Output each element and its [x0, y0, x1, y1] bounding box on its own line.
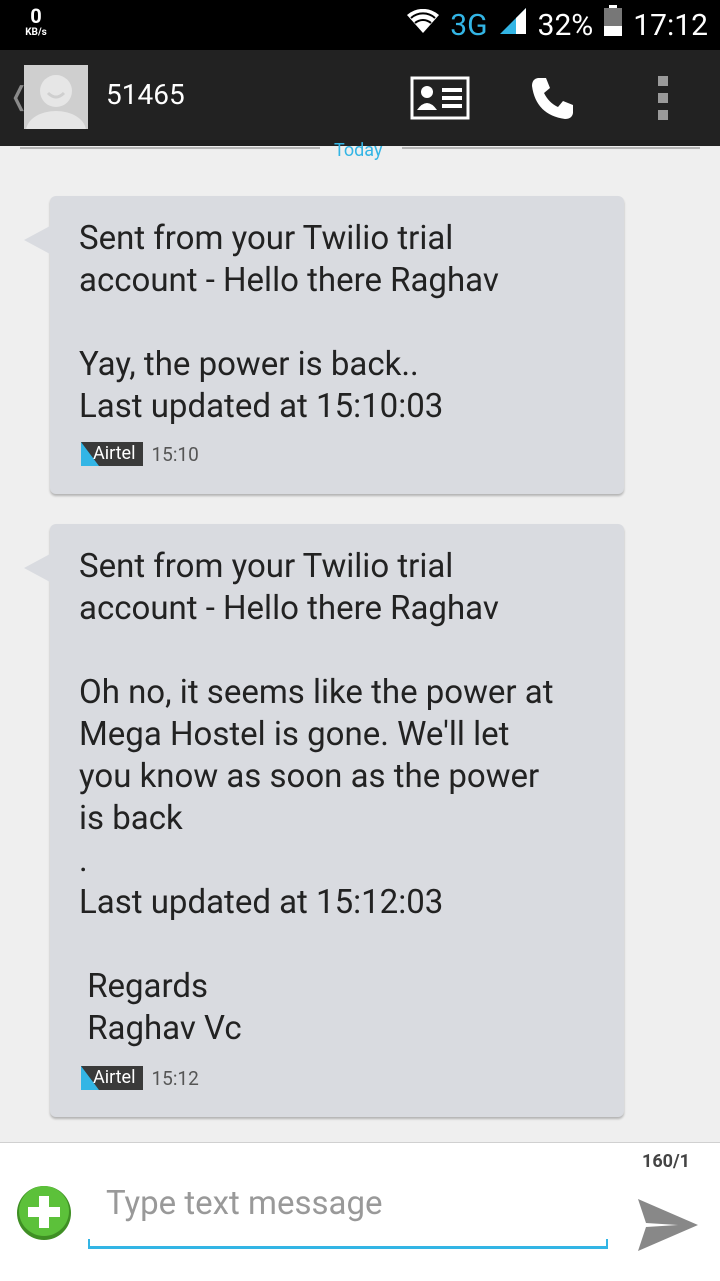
- message-input[interactable]: [88, 1173, 610, 1233]
- carrier-label: Airtel: [93, 1067, 136, 1088]
- carrier-label: Airtel: [93, 443, 136, 464]
- bubble-tail: [24, 226, 50, 254]
- date-separator-label: Today: [334, 140, 383, 161]
- wifi-icon: [406, 8, 440, 43]
- message-bubble[interactable]: Sent from your Twilio trial account - He…: [24, 524, 624, 1117]
- add-attachment-icon[interactable]: [16, 1185, 72, 1241]
- network-type: 3G: [450, 7, 488, 43]
- battery-percent: 32%: [537, 7, 594, 43]
- input-underline: [88, 1239, 608, 1249]
- clock: 17:12: [633, 7, 708, 43]
- phone-icon[interactable]: [524, 68, 580, 128]
- message-text: Sent from your Twilio trial account - He…: [79, 547, 554, 1048]
- date-separator: Today: [0, 140, 720, 166]
- status-bar: 0 KB/s 3G 32% 17:12: [0, 0, 720, 50]
- carrier-badge: Airtel: [81, 442, 144, 466]
- send-icon[interactable]: [636, 1195, 700, 1255]
- message-time: 15:10: [151, 442, 199, 466]
- bubble-tail: [24, 554, 50, 582]
- overflow-menu-icon[interactable]: [646, 68, 680, 128]
- contact-card-icon[interactable]: [408, 68, 472, 128]
- network-speed-value: 0: [30, 4, 42, 28]
- compose-bar: 160/1: [0, 1142, 720, 1281]
- signal-icon: [498, 6, 528, 44]
- message-input-wrapper: [88, 1173, 610, 1249]
- separator-line-right: [402, 147, 700, 149]
- carrier-badge: Airtel: [81, 1066, 144, 1090]
- network-speed-unit: KB/s: [25, 27, 47, 38]
- contact-name: 51465: [106, 78, 185, 111]
- conversation-header: ❬ 51465: [0, 50, 720, 146]
- message-meta: Airtel 15:10: [81, 442, 199, 466]
- network-speed: 0 KB/s: [18, 6, 54, 38]
- avatar-icon[interactable]: [24, 65, 88, 129]
- message-meta: Airtel 15:12: [81, 1066, 199, 1090]
- battery-icon: [603, 5, 623, 45]
- message-text: Sent from your Twilio trial account - He…: [79, 219, 499, 426]
- message-bubble[interactable]: Sent from your Twilio trial account - He…: [24, 196, 624, 494]
- message-time: 15:12: [151, 1066, 199, 1090]
- separator-line-left: [20, 147, 320, 149]
- character-counter: 160/1: [642, 1151, 690, 1172]
